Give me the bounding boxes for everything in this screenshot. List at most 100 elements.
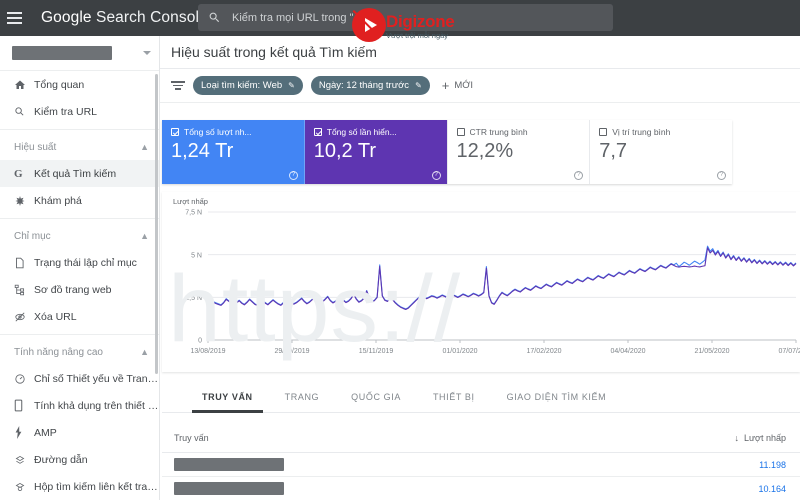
main-content: Hiệu suất trong kết quả Tìm kiếm Loại tì…	[160, 36, 800, 500]
tab-search-appearance[interactable]: GIAO DIỆN TÌM KIẾM	[491, 381, 623, 413]
add-filter-label: MỚI	[454, 80, 474, 91]
pencil-icon[interactable]: ✎	[288, 81, 295, 90]
metric-card-total-clicks[interactable]: Tổng số lượt nh... 1,24 Tr ?	[162, 120, 305, 184]
amp-bolt-icon	[14, 426, 34, 439]
metric-card-average-position[interactable]: Vị trí trung bình 7,7 ?	[590, 120, 732, 184]
tab-pages[interactable]: TRANG	[269, 381, 336, 413]
tab-countries[interactable]: QUỐC GIA	[335, 381, 417, 413]
clicks-value[interactable]: 10.164	[758, 484, 786, 494]
home-icon	[14, 79, 34, 91]
checkbox-unchecked-icon[interactable]	[456, 128, 465, 136]
help-icon[interactable]: ?	[574, 171, 584, 180]
clicks-value[interactable]: 11.198	[759, 460, 786, 470]
checkbox-checked-icon[interactable]	[171, 128, 179, 136]
sidebar-scrollbar[interactable]	[155, 74, 158, 374]
sidebar-item-label: Hộp tìm kiếm liên kết tran...	[34, 480, 159, 493]
sidebar-item-breadcrumbs[interactable]: Đường dẫn	[0, 446, 159, 473]
divider	[0, 334, 159, 335]
url-inspection-search[interactable]: Kiểm tra mọi URL trong "	[198, 4, 613, 31]
sitelinks-searchbox-icon	[14, 481, 34, 493]
sidebar-item-label: Đường dẫn	[34, 453, 88, 466]
table-row[interactable]: 10.164	[162, 477, 800, 500]
svg-text:04/04/2020: 04/04/2020	[610, 348, 645, 355]
performance-chart[interactable]: 7,5 N 5 N 2,5 N 0 13/08/2019 29/09/2019 15/11/…	[162, 206, 800, 366]
sidebar-group-performance[interactable]: Hiệu suất ▲	[0, 134, 159, 160]
tab-queries[interactable]: TRUY VẤN	[186, 381, 269, 413]
checkbox-checked-icon[interactable]	[313, 128, 322, 136]
sidebar-item-amp[interactable]: AMP	[0, 419, 159, 446]
sidebar-item-label: Kết quả Tìm kiếm	[34, 167, 117, 180]
metric-card-label: Tổng số lần hiển...	[326, 127, 397, 137]
app-brand: Google Search Console	[41, 9, 208, 27]
sidebar-item-url-inspection[interactable]: Kiểm tra URL	[0, 98, 159, 125]
sidebar-item-label: Tổng quan	[34, 78, 85, 91]
sidebar-item-mobile-usability[interactable]: Tính khả dụng trên thiết bị...	[0, 392, 159, 419]
sidebar-item-label: Khám phá	[34, 194, 82, 207]
page-title: Hiệu suất trong kết quả Tìm kiếm	[171, 44, 377, 60]
svg-text:17/02/2020: 17/02/2020	[526, 348, 561, 355]
brand-product-label: Search Console	[96, 9, 208, 26]
sidebar-item-search-results[interactable]: G Kết quả Tìm kiếm	[0, 160, 159, 187]
chevron-up-icon: ▲	[140, 141, 149, 152]
brand-google-label: Google	[41, 9, 92, 26]
help-icon[interactable]: ?	[431, 171, 441, 180]
metric-card-total-impressions[interactable]: Tổng số lần hiển... 10,2 Tr ?	[304, 120, 448, 184]
svg-text:13/08/2019: 13/08/2019	[190, 348, 225, 355]
divider	[0, 129, 159, 130]
sidebar-item-label: AMP	[34, 426, 57, 439]
add-filter-button[interactable]: + MỚI	[442, 79, 473, 92]
sidebar-item-label: Kiểm tra URL	[34, 105, 98, 118]
filter-chip-label: Loại tìm kiếm: Web	[201, 80, 283, 91]
sidebar-item-removals[interactable]: Xóa URL	[0, 303, 159, 330]
chevron-down-icon[interactable]	[143, 51, 151, 55]
table-row[interactable]: 11.198	[162, 453, 800, 477]
svg-text:07/07/2020: 07/07/2020	[778, 348, 800, 355]
svg-text:2,5 N: 2,5 N	[185, 295, 202, 302]
filter-chip-label: Ngày: 12 tháng trước	[318, 80, 410, 91]
sitemap-icon	[14, 284, 34, 296]
column-header-query[interactable]: Truy vấn	[174, 433, 209, 443]
divider	[0, 218, 159, 219]
sidebar-group-enhancements[interactable]: Tính năng nâng cao ▲	[0, 339, 159, 365]
tab-label: TRANG	[284, 391, 320, 402]
search-icon	[209, 12, 220, 23]
tab-label: THIẾT BỊ	[432, 391, 475, 402]
svg-text:21/05/2020: 21/05/2020	[694, 348, 729, 355]
queries-table: Truy vấn ↓ Lượt nhấp 11.198 10.164	[162, 424, 800, 500]
sidebar-group-index[interactable]: Chỉ mục ▲	[0, 223, 159, 249]
sidebar-item-label: Xóa URL	[34, 310, 77, 323]
hamburger-icon[interactable]	[7, 12, 37, 24]
arrow-down-icon: ↓	[734, 433, 740, 443]
tab-devices[interactable]: THIẾT BỊ	[417, 381, 491, 413]
sidebar-item-core-web-vitals[interactable]: Chỉ số Thiết yếu về Trang ...	[0, 365, 159, 392]
filter-bar: Loại tìm kiếm: Web ✎ Ngày: 12 tháng trướ…	[160, 69, 800, 103]
svg-text:0: 0	[198, 338, 202, 345]
pencil-icon[interactable]: ✎	[415, 81, 422, 90]
sidebar-item-label: Sơ đồ trang web	[34, 283, 112, 296]
sidebar-item-discover[interactable]: Khám phá	[0, 187, 159, 214]
checkbox-unchecked-icon[interactable]	[599, 128, 608, 136]
metric-card-average-ctr[interactable]: CTR trung bình 12,2% ?	[448, 120, 591, 184]
query-value-redacted	[174, 458, 284, 471]
help-icon[interactable]: ?	[717, 171, 726, 180]
sidebar-item-sitemaps[interactable]: Sơ đồ trang web	[0, 276, 159, 303]
metric-card-value: 10,2 Tr	[313, 140, 377, 162]
sidebar-nav: Tổng quan Kiểm tra URL Hiệu suất ▲ G Kết…	[0, 71, 159, 499]
filter-icon[interactable]	[171, 81, 185, 90]
property-selector[interactable]	[0, 36, 159, 71]
filter-chip-date[interactable]: Ngày: 12 tháng trước ✎	[310, 76, 430, 95]
tab-label: TRUY VẤN	[202, 391, 253, 402]
page-stack-icon	[14, 257, 34, 269]
sidebar-item-sitelinks-searchbox[interactable]: Hộp tìm kiếm liên kết tran...	[0, 473, 159, 499]
discover-star-icon	[14, 195, 34, 207]
sidebar-item-overview[interactable]: Tổng quan	[0, 71, 159, 98]
sidebar-item-index-coverage[interactable]: Trạng thái lập chỉ mục	[0, 249, 159, 276]
sidebar-group-label: Hiệu suất	[14, 141, 57, 153]
help-icon[interactable]: ?	[288, 171, 298, 180]
filter-chip-search-type[interactable]: Loại tìm kiếm: Web ✎	[193, 76, 303, 95]
chart-y-axis-label: Lượt nhấp	[173, 197, 208, 206]
sidebar-item-label: Trạng thái lập chỉ mục	[34, 256, 137, 269]
column-header-clicks[interactable]: ↓ Lượt nhấp	[735, 433, 786, 443]
google-g-icon: G	[14, 167, 23, 180]
breadcrumb-icon	[14, 454, 34, 466]
